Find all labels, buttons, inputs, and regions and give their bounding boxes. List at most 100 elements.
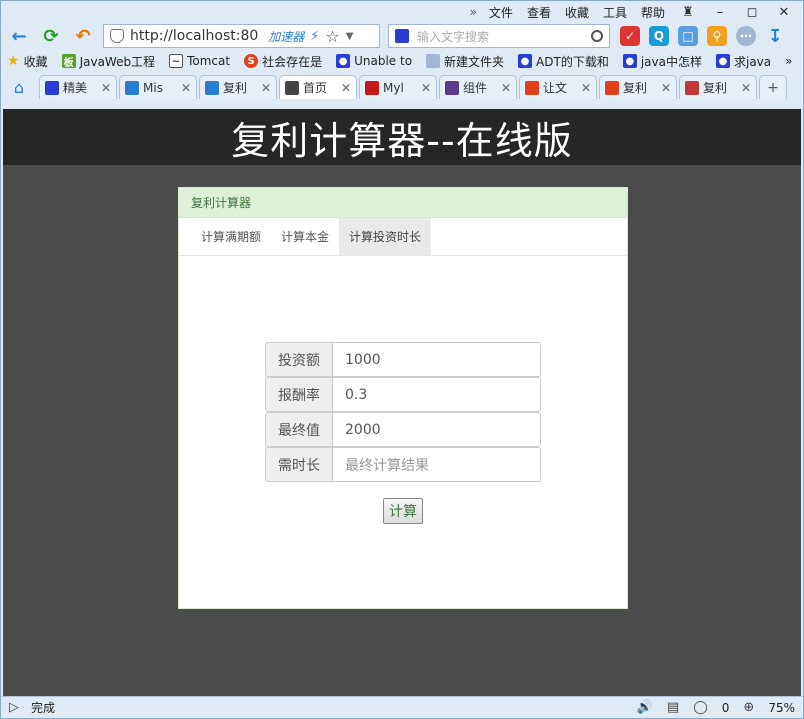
back-arrow-icon[interactable]: ← <box>7 24 31 48</box>
calculate-button[interactable]: 计算 <box>383 498 423 524</box>
site-icon: 板 <box>61 54 76 69</box>
tab-9[interactable]: 复利 ✕ <box>679 75 757 99</box>
zoom-icon[interactable]: ⊕ <box>743 700 754 715</box>
tab-strip: ⌂ 精美 ✕ Mis ✕ 复利 ✕ 首页 ✕ Myl ✕ 组件 ✕ 让文 ✕ 复利 ✕ 复利 ✕ … <box>1 73 803 99</box>
new-tab-button[interactable]: + <box>759 75 787 99</box>
more-icon[interactable]: ⋯ <box>736 26 756 46</box>
tab-1[interactable]: 精美 ✕ <box>39 75 117 99</box>
tab-favicon <box>525 80 539 95</box>
bookmark-tomcat[interactable]: ~ Tomcat <box>169 54 230 68</box>
menu-favorites[interactable]: 收藏 <box>563 4 591 21</box>
baidu-icon: ● <box>715 54 730 68</box>
menu-tools[interactable]: 工具 <box>601 4 629 21</box>
sogou-icon: S <box>244 54 259 68</box>
minimize-button[interactable]: – <box>709 5 731 20</box>
status-left: ▷ 完成 <box>9 699 55 716</box>
bookmark-social[interactable]: S 社会存在是 <box>244 53 322 70</box>
close-tab-icon[interactable]: ✕ <box>741 81 751 95</box>
star-icon: ★ <box>7 53 20 69</box>
bookmark-folder[interactable]: 新建文件夹 <box>426 53 504 70</box>
status-right: 🔊 ▤ ◯ 0 ⊕ 75% <box>637 700 795 715</box>
menu-bar: » 文件 查看 收藏 工具 帮助 ♜ – ◻ ✕ <box>1 1 803 23</box>
shield-icon <box>110 29 124 43</box>
search-box[interactable]: 输入文字搜索 <box>388 24 610 48</box>
calculator-panel: 复利计算器 计算满期额 计算本金 计算投资时长 投资额 1000 报酬率 0.3… <box>178 187 628 609</box>
baidu-icon: ● <box>622 54 637 68</box>
close-tab-icon[interactable]: ✕ <box>341 81 351 95</box>
key-icon[interactable]: ⚲ <box>707 26 727 46</box>
search-input[interactable]: 输入文字搜索 <box>417 28 583 45</box>
tab-6[interactable]: 组件 ✕ <box>439 75 517 99</box>
search-icon[interactable] <box>591 30 603 42</box>
calc-button-wrap: 计算 <box>265 498 541 524</box>
search-engine-icon[interactable] <box>395 29 409 43</box>
tab-5[interactable]: Myl ✕ <box>359 75 437 99</box>
maximize-button[interactable]: ◻ <box>741 5 763 20</box>
tab-7[interactable]: 让文 ✕ <box>519 75 597 99</box>
tab-favicon <box>605 80 619 95</box>
close-tab-icon[interactable]: ✕ <box>101 81 111 95</box>
bookmark-favorites[interactable]: ★ 收藏 <box>7 53 48 70</box>
address-bar[interactable]: http://localhost:80 加速器 ⚡ ☆ ▼ <box>103 24 380 48</box>
tab-8[interactable]: 复利 ✕ <box>599 75 677 99</box>
close-tab-icon[interactable]: ✕ <box>501 81 511 95</box>
print-icon[interactable]: ▤ <box>667 700 679 715</box>
tab-maturity-amount[interactable]: 计算满期额 <box>191 218 271 255</box>
close-tab-icon[interactable]: ✕ <box>581 81 591 95</box>
tab-favicon <box>125 80 139 95</box>
lightning-icon[interactable]: ⚡ <box>310 29 319 44</box>
url-text[interactable]: http://localhost:80 <box>130 28 258 44</box>
skin-icon[interactable]: ♜ <box>677 5 699 20</box>
rate-input[interactable]: 0.3 <box>332 377 541 412</box>
tab-favicon <box>285 80 299 95</box>
bookmark-javaweb[interactable]: 板 JavaWeb工程 <box>61 53 155 70</box>
time-label: 需时长 <box>265 447 332 482</box>
chevron-down-icon[interactable]: ▼ <box>346 31 354 42</box>
refresh-icon[interactable]: ⟳ <box>39 24 63 48</box>
tab-principal[interactable]: 计算本金 <box>271 218 339 255</box>
more-bookmarks-icon[interactable]: » <box>785 54 792 68</box>
speaker-icon[interactable]: 🔊 <box>637 700 653 715</box>
page-title: 复利计算器--在线版 <box>231 118 573 163</box>
close-tab-icon[interactable]: ✕ <box>181 81 191 95</box>
zoom-level[interactable]: 75% <box>768 701 795 715</box>
star-icon[interactable]: ☆ <box>325 27 339 46</box>
more-chevron-icon[interactable]: » <box>470 5 477 19</box>
tab-3[interactable]: 复利 ✕ <box>199 75 277 99</box>
panel-title: 复利计算器 <box>179 188 627 218</box>
navigation-toolbar: ← ⟳ ↶ http://localhost:80 加速器 ⚡ ☆ ▼ 输入文字… <box>1 23 803 49</box>
security-shield-icon[interactable]: ✓ <box>620 26 640 46</box>
bookmark-java[interactable]: ● 求java <box>715 53 771 70</box>
invest-input[interactable]: 1000 <box>332 342 541 377</box>
home-icon[interactable]: ⌂ <box>7 75 31 99</box>
close-window-button[interactable]: ✕ <box>773 5 795 20</box>
tab-2[interactable]: Mis ✕ <box>119 75 197 99</box>
bookmark-java-how[interactable]: ● java中怎样 <box>622 53 702 70</box>
status-text: 完成 <box>31 701 56 715</box>
close-tab-icon[interactable]: ✕ <box>261 81 271 95</box>
undo-icon[interactable]: ↶ <box>71 24 95 48</box>
bookmark-adt[interactable]: ● ADT的下载和 <box>518 53 609 70</box>
close-tab-icon[interactable]: ✕ <box>661 81 671 95</box>
final-input[interactable]: 2000 <box>332 412 541 447</box>
tab-favicon <box>685 80 699 95</box>
sidebar-toggle-icon[interactable]: ▷ <box>9 700 19 715</box>
accelerator-label[interactable]: 加速器 <box>268 28 304 45</box>
final-row: 最终值 2000 <box>265 412 541 447</box>
close-tab-icon[interactable]: ✕ <box>421 81 431 95</box>
adblock-icon[interactable]: ◯ <box>693 700 708 715</box>
tab-investment-duration[interactable]: 计算投资时长 <box>339 218 432 255</box>
menu-file[interactable]: 文件 <box>487 4 515 21</box>
toolbar-icons: ✓ Q □ ⚲ ⋯ ↧ <box>620 26 785 47</box>
bookmark-unable[interactable]: ● Unable to <box>336 54 412 68</box>
folder-icon <box>426 54 441 68</box>
page-content: 复利计算器--在线版 复利计算器 计算满期额 计算本金 计算投资时长 投资额 1… <box>3 109 801 697</box>
menu-view[interactable]: 查看 <box>525 4 553 21</box>
time-result-input[interactable]: 最终计算结果 <box>332 447 541 482</box>
app-center-icon[interactable]: Q <box>649 26 669 46</box>
menu-help[interactable]: 帮助 <box>639 4 667 21</box>
tab-4-active[interactable]: 首页 ✕ <box>279 75 357 99</box>
screenshot-icon[interactable]: □ <box>678 26 698 46</box>
time-row: 需时长 最终计算结果 <box>265 447 541 482</box>
download-icon[interactable]: ↧ <box>765 26 785 47</box>
